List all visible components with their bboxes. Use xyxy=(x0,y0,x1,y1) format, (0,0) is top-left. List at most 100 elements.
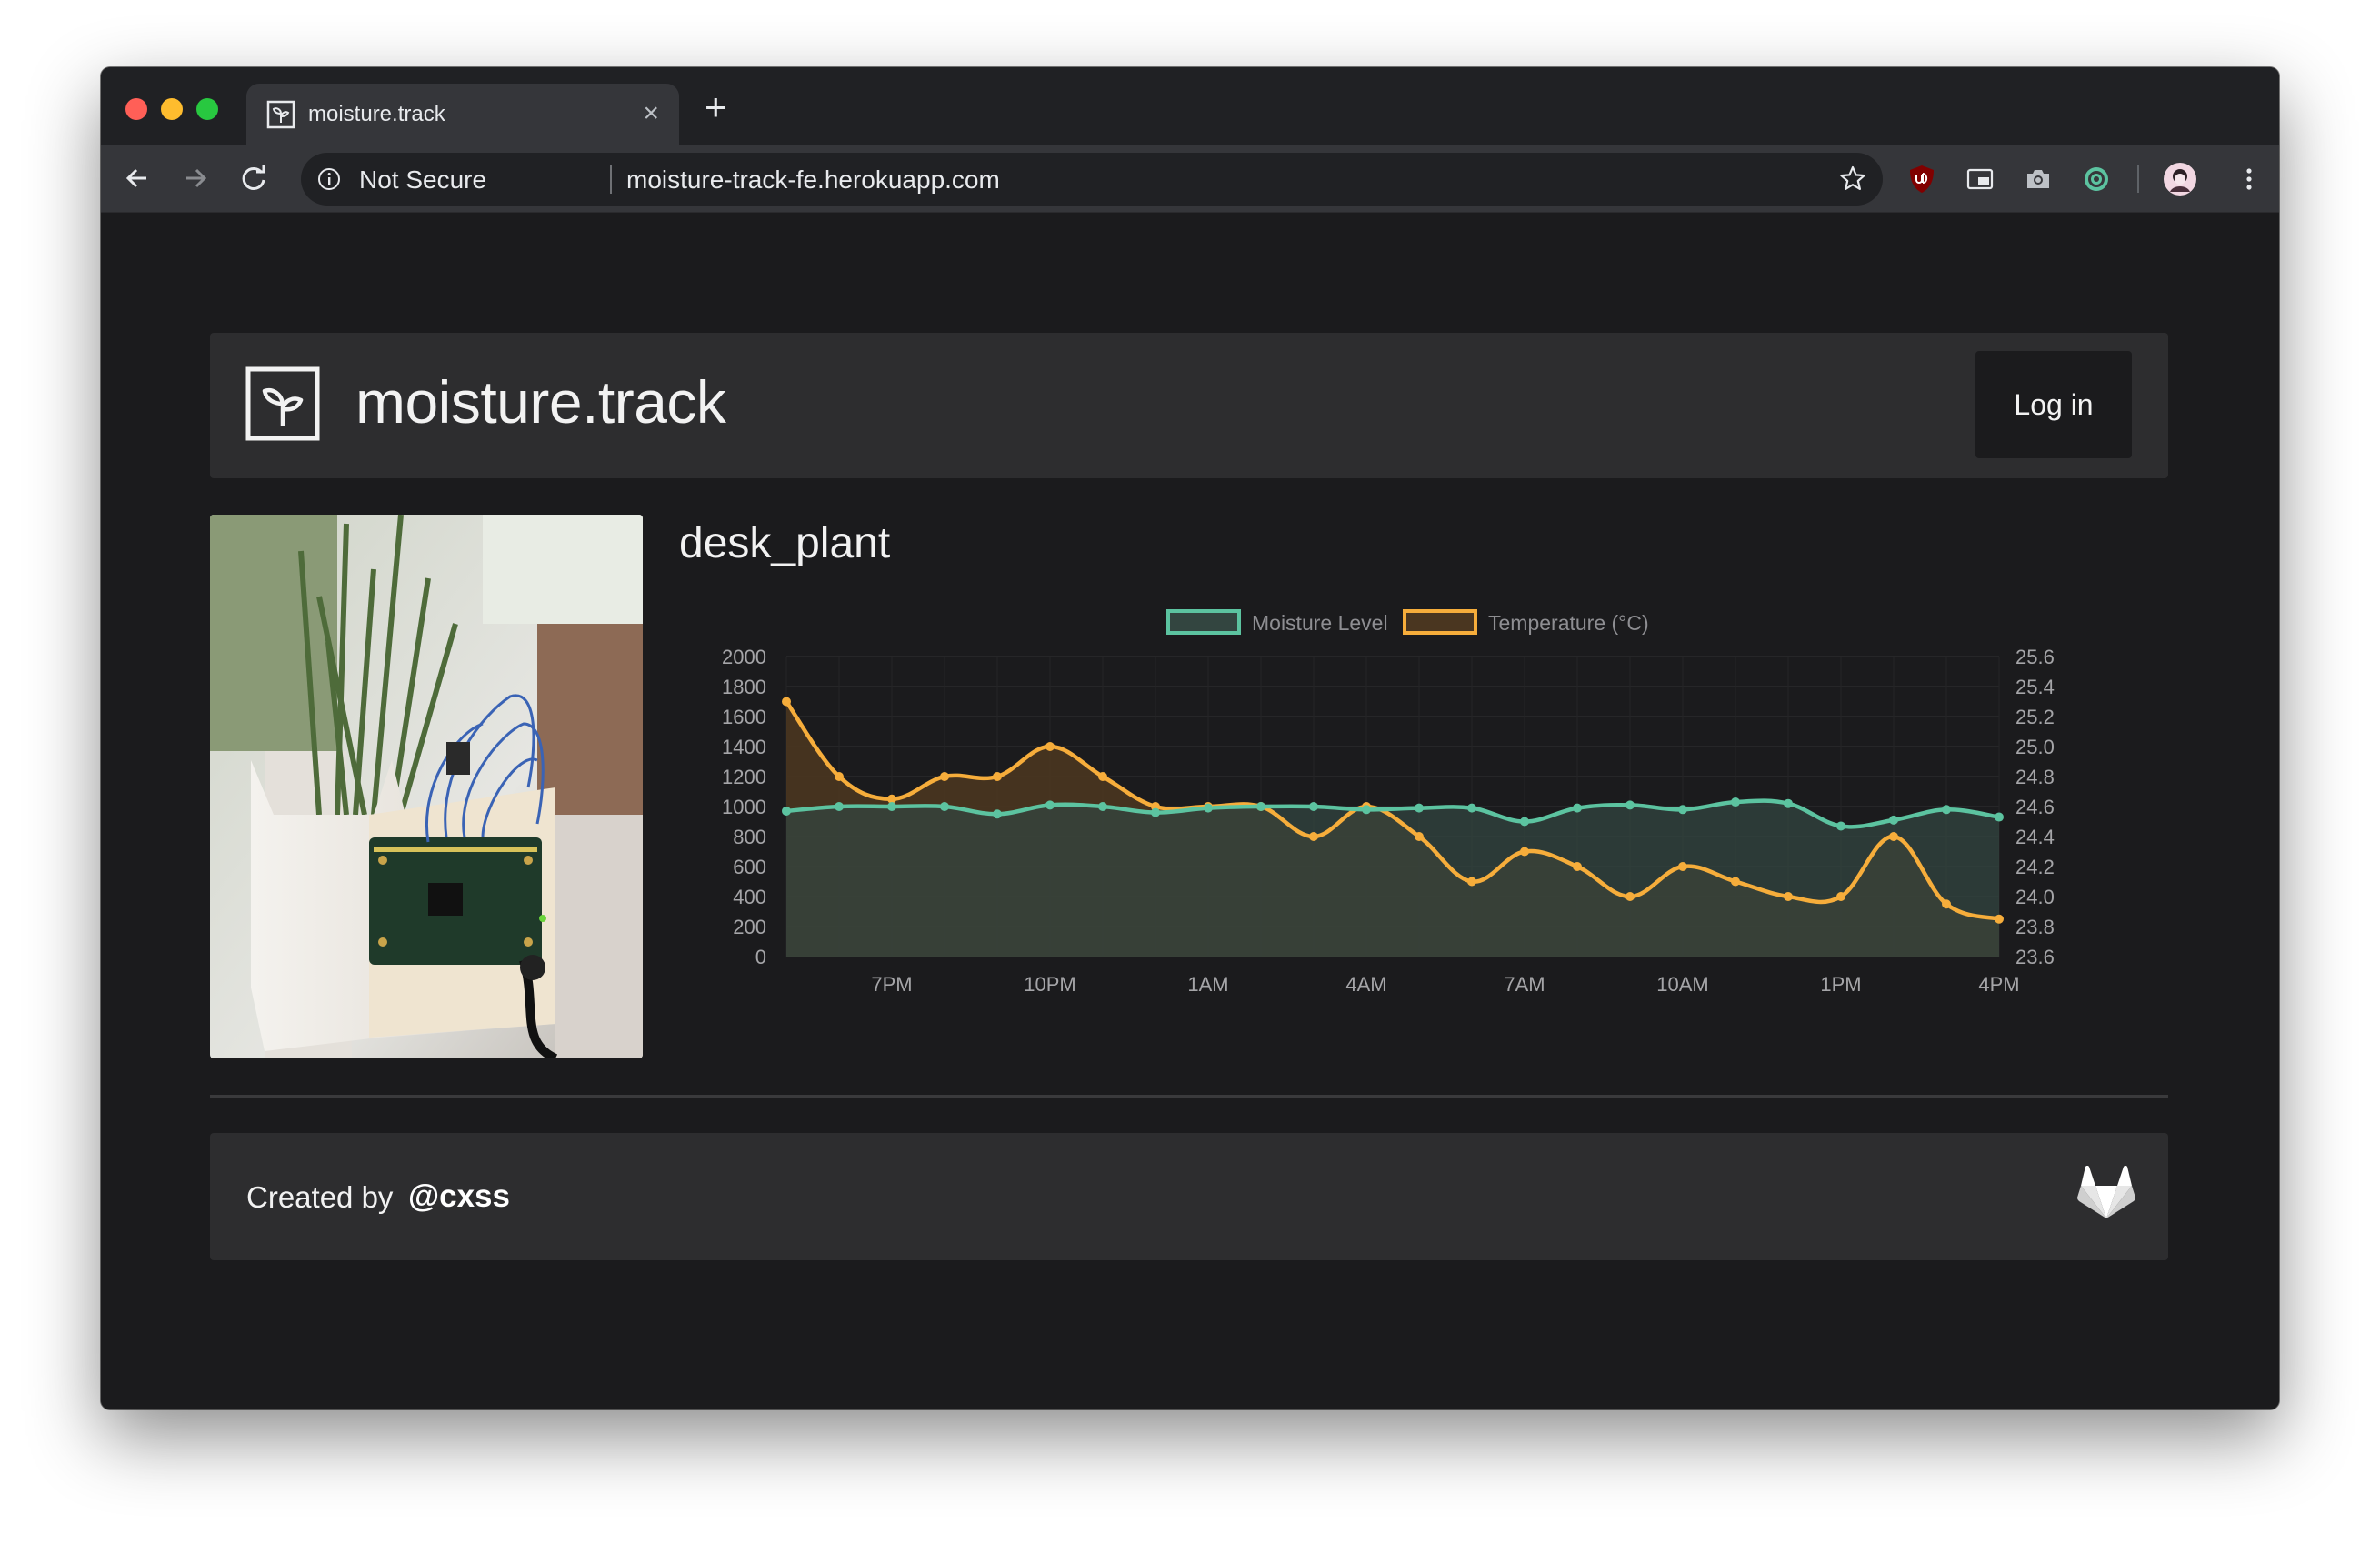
x-tick-label: 1PM xyxy=(1820,973,1861,996)
created-by-label: Created by xyxy=(246,1180,394,1214)
y-right-tick-label: 24.6 xyxy=(2015,796,2055,818)
new-tab-button[interactable]: + xyxy=(705,88,727,126)
moisture-point xyxy=(1415,803,1424,813)
y-left-tick-label: 1400 xyxy=(722,736,766,758)
close-window-button[interactable] xyxy=(125,98,147,120)
x-tick-label: 4AM xyxy=(1345,973,1386,996)
content-divider xyxy=(210,1095,2168,1098)
temperature-point xyxy=(1678,862,1687,871)
forward-arrow-icon[interactable] xyxy=(175,158,215,198)
temperature-point xyxy=(835,772,844,781)
chart-fills xyxy=(786,701,1999,957)
info-icon[interactable] xyxy=(317,167,341,191)
y-left-tick-label: 0 xyxy=(755,946,766,968)
temperature-point xyxy=(1309,832,1318,841)
gitlab-icon[interactable] xyxy=(2077,1166,2135,1220)
moisture-point xyxy=(1045,800,1055,810)
moisture-point xyxy=(782,806,791,816)
moisture-point xyxy=(1942,805,1951,815)
y-right-tick-label: 25.4 xyxy=(2015,676,2055,698)
temperature-point xyxy=(1415,832,1424,841)
address-bar[interactable]: Not Secure moisture-track-fe.herokuapp.c… xyxy=(301,153,1883,206)
temperature-point xyxy=(1889,832,1898,841)
plant-name: desk_plant xyxy=(679,519,891,567)
temperature-point xyxy=(1731,877,1740,887)
plant-photo xyxy=(210,515,643,1058)
back-arrow-icon[interactable] xyxy=(117,158,157,198)
reload-icon[interactable] xyxy=(234,158,274,198)
page-content: moisture.track Log in desk_plant 0 200 4… xyxy=(101,213,2279,1409)
url-text[interactable]: moisture-track-fe.herokuapp.com xyxy=(626,165,1000,195)
temperature-point xyxy=(1520,847,1529,857)
legend-swatch xyxy=(1403,609,1477,635)
y-right-tick-label: 23.8 xyxy=(2015,916,2055,938)
login-button[interactable]: Log in xyxy=(1975,351,2132,458)
browser-window: moisture.track × + Not Secure moisture-t… xyxy=(101,67,2279,1409)
legend-swatch xyxy=(1166,609,1241,635)
temperature-point xyxy=(1995,914,2004,924)
footer: Created by @cxss xyxy=(210,1133,2168,1260)
temperature-point xyxy=(1836,892,1845,901)
moisture-point xyxy=(1256,802,1265,811)
x-tick-label: 4PM xyxy=(1978,973,2019,996)
y-left-tick-label: 600 xyxy=(733,856,766,878)
temperature-point xyxy=(1098,772,1107,781)
moisture-point xyxy=(1362,805,1371,815)
y-left-tick-label: 800 xyxy=(733,826,766,848)
y-right-tick-label: 24.4 xyxy=(2015,826,2055,848)
y-right-tick-label: 24.8 xyxy=(2015,766,2055,788)
moisture-area-fill xyxy=(786,800,1999,957)
moisture-point xyxy=(1836,821,1845,831)
temperature-point xyxy=(1467,877,1476,887)
browser-tab[interactable]: moisture.track × xyxy=(246,84,679,145)
author-handle-link[interactable]: @cxss xyxy=(408,1178,510,1215)
sprout-icon xyxy=(266,100,295,129)
y-left-tick-label: 1200 xyxy=(722,766,766,788)
camera-icon[interactable] xyxy=(2023,164,2054,195)
moisture-point xyxy=(1309,802,1318,811)
y-left-tick-label: 1600 xyxy=(722,706,766,728)
moisture-point xyxy=(1520,817,1529,827)
moisture-point xyxy=(1784,798,1793,808)
profile-avatar[interactable] xyxy=(2163,162,2197,196)
y-left-tick-label: 2000 xyxy=(722,646,766,668)
moisture-point xyxy=(1625,800,1635,810)
tab-close-icon[interactable]: × xyxy=(643,96,659,131)
moisture-point xyxy=(1204,803,1213,813)
legend-label: Temperature (°C) xyxy=(1488,611,1649,635)
y-right-tick-label: 25.2 xyxy=(2015,706,2055,728)
temperature-point xyxy=(1942,899,1951,909)
x-tick-label: 1AM xyxy=(1187,973,1228,996)
temperature-point xyxy=(1784,892,1793,901)
toolbar-separator xyxy=(2137,165,2139,193)
y-left-tick-label: 1800 xyxy=(722,676,766,698)
target-extension-icon[interactable] xyxy=(2081,164,2112,195)
title-bar: moisture.track × + xyxy=(101,67,2279,145)
moisture-point xyxy=(1731,797,1740,807)
y-right-tick-label: 25.6 xyxy=(2015,646,2055,668)
app-header: moisture.track Log in xyxy=(210,333,2168,478)
x-tick-label: 10PM xyxy=(1024,973,1075,996)
bookmark-star-icon[interactable] xyxy=(1837,164,1868,195)
ublock-icon[interactable] xyxy=(1906,164,1937,195)
browser-menu-icon[interactable] xyxy=(2234,164,2265,195)
temperature-point xyxy=(940,772,949,781)
y-right-tick-label: 25.0 xyxy=(2015,736,2055,758)
y-left-tick-label: 200 xyxy=(733,916,766,938)
sprout-logo-icon[interactable] xyxy=(245,366,321,442)
moisture-point xyxy=(1889,815,1898,825)
y-left-tick-label: 1000 xyxy=(722,796,766,818)
y-right-tick-label: 24.0 xyxy=(2015,886,2055,908)
brand-title[interactable]: moisture.track xyxy=(355,367,726,436)
maximize-window-button[interactable] xyxy=(196,98,218,120)
picture-in-picture-icon[interactable] xyxy=(1965,164,1995,195)
browser-toolbar: Not Secure moisture-track-fe.herokuapp.c… xyxy=(101,145,2279,213)
moisture-point xyxy=(887,802,896,811)
moisture-point xyxy=(835,802,844,811)
address-separator xyxy=(610,165,612,194)
moisture-point xyxy=(1098,802,1107,811)
x-tick-label: 10AM xyxy=(1656,973,1708,996)
minimize-window-button[interactable] xyxy=(161,98,183,120)
legend-label: Moisture Level xyxy=(1252,611,1388,635)
y-left-tick-label: 400 xyxy=(733,886,766,908)
